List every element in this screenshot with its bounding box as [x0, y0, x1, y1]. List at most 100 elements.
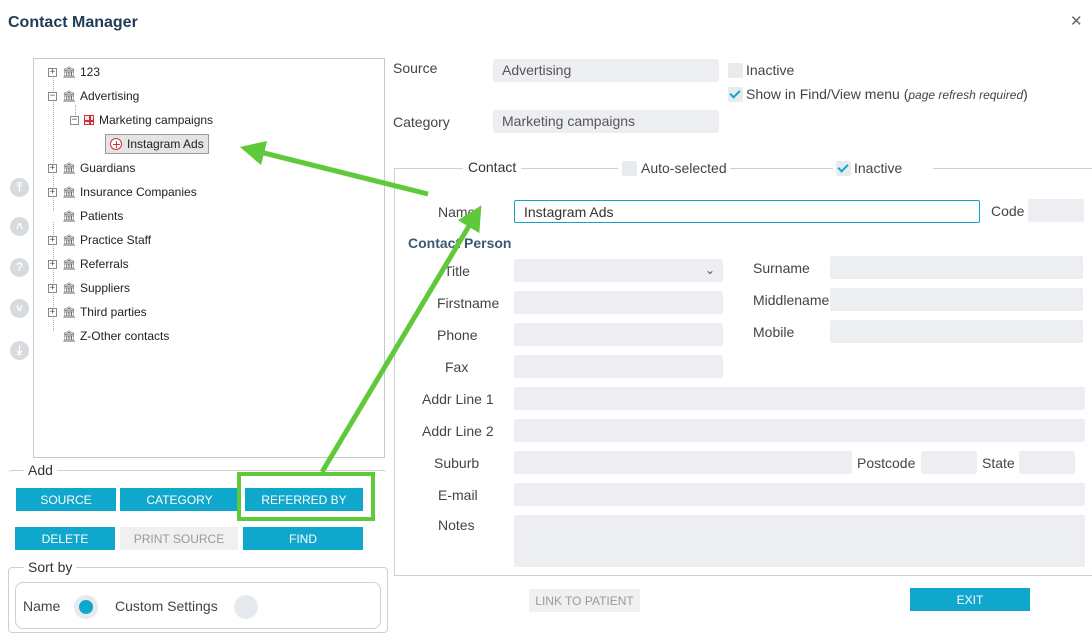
source-inactive-checkbox[interactable]	[728, 63, 743, 78]
source-field[interactable]: Advertising	[493, 59, 719, 82]
name-input[interactable]	[514, 200, 980, 223]
expand-icon[interactable]: +	[48, 163, 57, 173]
expand-icon[interactable]: +	[48, 235, 57, 245]
title-label: Title	[444, 263, 470, 279]
tree-item-label: Instagram Ads	[127, 137, 204, 151]
expand-icon[interactable]: +	[48, 67, 57, 77]
tree-item-label: Practice Staff	[79, 233, 152, 247]
tree-item-insurance-companies[interactable]: + 🏛 Insurance Companies	[48, 183, 197, 201]
contact-legend: Contact	[463, 159, 522, 175]
tree-item-label: Third parties	[79, 305, 147, 319]
category-icon	[84, 115, 94, 125]
tree-item-z-other-contacts[interactable]: 🏛 Z-Other contacts	[48, 327, 169, 345]
tree-item-patients[interactable]: 🏛 Patients	[48, 207, 123, 225]
auto-selected-checkbox[interactable]	[622, 161, 637, 176]
fax-field[interactable]	[514, 355, 723, 378]
tree-item-advertising[interactable]: − 🏛 Advertising	[48, 87, 139, 105]
addr2-label: Addr Line 2	[422, 423, 494, 439]
referrer-icon	[110, 138, 122, 150]
highlight-box	[237, 472, 375, 521]
chevron-down-icon: ⌄	[704, 263, 715, 277]
show-in-find-checkbox[interactable]	[728, 87, 743, 102]
tree-item-practice-staff[interactable]: + 🏛 Practice Staff	[48, 231, 151, 249]
tree-item-marketing-campaigns[interactable]: − Marketing campaigns	[70, 111, 213, 129]
firstname-label: Firstname	[437, 295, 500, 311]
email-field[interactable]	[514, 483, 1085, 506]
code-field[interactable]	[1028, 199, 1084, 222]
exit-button[interactable]: EXIT	[910, 588, 1030, 611]
link-to-patient-button[interactable]: LINK TO PATIENT	[529, 589, 640, 612]
notes-label: Notes	[438, 517, 475, 533]
tree-item-123[interactable]: + 🏛 123	[48, 63, 100, 81]
show-in-find-label: Show in Find/View menu (page refresh req…	[746, 86, 1028, 102]
phone-field[interactable]	[514, 323, 723, 346]
fax-label: Fax	[445, 359, 469, 375]
addr1-label: Addr Line 1	[422, 391, 494, 407]
collapse-icon[interactable]: −	[70, 115, 79, 125]
notes-field[interactable]	[514, 515, 1085, 567]
addr2-field[interactable]	[514, 419, 1085, 442]
add-category-button[interactable]: CATEGORY	[120, 488, 239, 511]
move-top-icon[interactable]: ⤒	[10, 178, 29, 197]
expand-icon[interactable]: +	[48, 187, 57, 197]
move-up-icon[interactable]: ˄	[10, 217, 29, 236]
building-icon: 🏛	[62, 162, 76, 175]
tree-item-label: Marketing campaigns	[99, 113, 214, 127]
delete-button[interactable]: DELETE	[15, 527, 115, 550]
category-field[interactable]: Marketing campaigns	[493, 110, 719, 133]
building-icon: 🏛	[62, 306, 76, 319]
building-icon: 🏛	[62, 282, 76, 295]
state-label: State	[982, 455, 1015, 471]
name-label: Name	[438, 204, 476, 220]
tree-item-instagram-ads[interactable]: Instagram Ads	[105, 134, 209, 154]
building-icon: 🏛	[62, 210, 76, 223]
tree-item-label: Patients	[79, 209, 124, 223]
window-title: Contact Manager	[8, 14, 138, 31]
tree-item-label: Z-Other contacts	[79, 329, 170, 343]
email-label: E-mail	[438, 487, 478, 503]
move-bottom-icon[interactable]: ⤓	[10, 341, 29, 360]
tree-item-label: Suppliers	[79, 281, 130, 295]
mobile-field[interactable]	[830, 320, 1083, 343]
move-down-icon[interactable]: ˅	[10, 299, 29, 318]
close-icon[interactable]: ✕	[1070, 12, 1083, 30]
tree-item-third-parties[interactable]: + 🏛 Third parties	[48, 303, 147, 321]
help-icon[interactable]: ?	[10, 258, 29, 277]
building-icon: 🏛	[62, 66, 76, 79]
building-icon: 🏛	[62, 258, 76, 271]
add-legend: Add	[24, 462, 57, 478]
tree-item-label: Guardians	[79, 161, 136, 175]
surname-field[interactable]	[830, 256, 1083, 279]
source-inactive-label: Inactive	[746, 62, 795, 78]
code-label: Code	[991, 203, 1025, 219]
print-source-button[interactable]: PRINT SOURCE	[120, 527, 238, 550]
tree-item-label: Referrals	[79, 257, 129, 271]
collapse-icon[interactable]: −	[48, 91, 57, 101]
building-icon: 🏛	[62, 234, 76, 247]
tree-item-label: Advertising	[79, 89, 140, 103]
tree-item-label: Insurance Companies	[79, 185, 197, 199]
tree-item-suppliers[interactable]: + 🏛 Suppliers	[48, 279, 130, 297]
sort-custom-label: Custom Settings	[115, 598, 218, 614]
state-field[interactable]	[1019, 451, 1075, 474]
find-button[interactable]: FIND	[243, 527, 363, 550]
tree-item-guardians[interactable]: + 🏛 Guardians	[48, 159, 135, 177]
tree-item-label: 123	[79, 65, 100, 79]
expand-icon[interactable]: +	[48, 259, 57, 269]
firstname-field[interactable]	[514, 291, 723, 314]
expand-icon[interactable]: +	[48, 283, 57, 293]
expand-icon[interactable]: +	[48, 307, 57, 317]
postcode-label: Postcode	[857, 455, 916, 471]
sort-legend: Sort by	[24, 559, 77, 575]
title-select[interactable]: ⌄	[514, 259, 723, 282]
contact-inactive-checkbox[interactable]	[836, 161, 851, 176]
tree-item-referrals[interactable]: + 🏛 Referrals	[48, 255, 129, 273]
suburb-field[interactable]	[514, 451, 852, 474]
sort-name-radio[interactable]	[74, 595, 98, 619]
postcode-field[interactable]	[921, 451, 977, 474]
add-source-button[interactable]: SOURCE	[16, 488, 116, 511]
addr1-field[interactable]	[514, 387, 1085, 410]
contacts-tree[interactable]: + 🏛 123 − 🏛 Advertising − Marketing camp…	[33, 58, 385, 458]
sort-custom-radio[interactable]	[234, 595, 258, 619]
middlename-field[interactable]	[830, 288, 1083, 311]
